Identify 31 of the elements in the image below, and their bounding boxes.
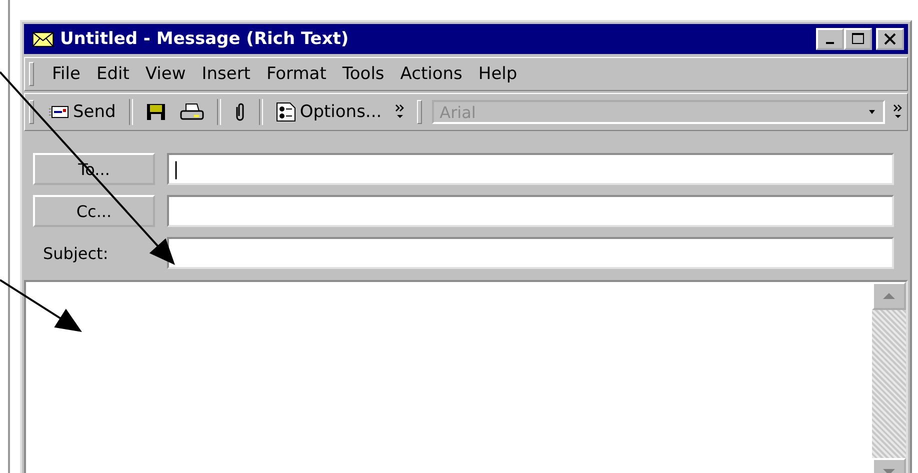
menu-item[interactable]: View	[141, 64, 190, 84]
cc-button[interactable]: Cc...	[33, 195, 155, 227]
envelope-icon	[32, 32, 54, 46]
message-body-field[interactable]	[24, 280, 908, 473]
menu-item[interactable]: Format	[262, 64, 330, 84]
menu-item[interactable]: Help	[474, 64, 522, 84]
maximize-button[interactable]	[844, 28, 872, 50]
paperclip-icon	[234, 102, 246, 122]
subject-field[interactable]	[167, 237, 894, 269]
window-title: Untitled - Message (Rich Text)	[60, 29, 349, 49]
close-icon	[882, 32, 898, 46]
menu-item[interactable]: Insert	[198, 64, 254, 84]
document-icon	[276, 102, 296, 122]
dropdown-arrow-icon	[867, 109, 877, 115]
up-arrow-icon	[882, 292, 896, 300]
menu-item[interactable]: Actions	[396, 64, 466, 84]
subject-label: Subject:	[42, 244, 110, 262]
menu-item[interactable]: Edit	[92, 64, 134, 84]
send-button[interactable]: Send	[44, 100, 121, 124]
close-button[interactable]	[876, 28, 904, 50]
minimize-icon	[826, 42, 834, 44]
options-button[interactable]: Options...	[270, 100, 387, 124]
address-field[interactable]: |	[167, 153, 894, 185]
address-field[interactable]	[167, 195, 894, 227]
scrollbar[interactable]	[872, 282, 906, 473]
scroll-up-button[interactable]	[872, 282, 906, 310]
menu-item[interactable]: File	[48, 64, 84, 84]
envelope-icon	[49, 105, 69, 119]
minimize-button[interactable]	[816, 28, 844, 50]
menu-item[interactable]: Tools	[338, 64, 388, 84]
maximize-icon	[850, 32, 866, 46]
